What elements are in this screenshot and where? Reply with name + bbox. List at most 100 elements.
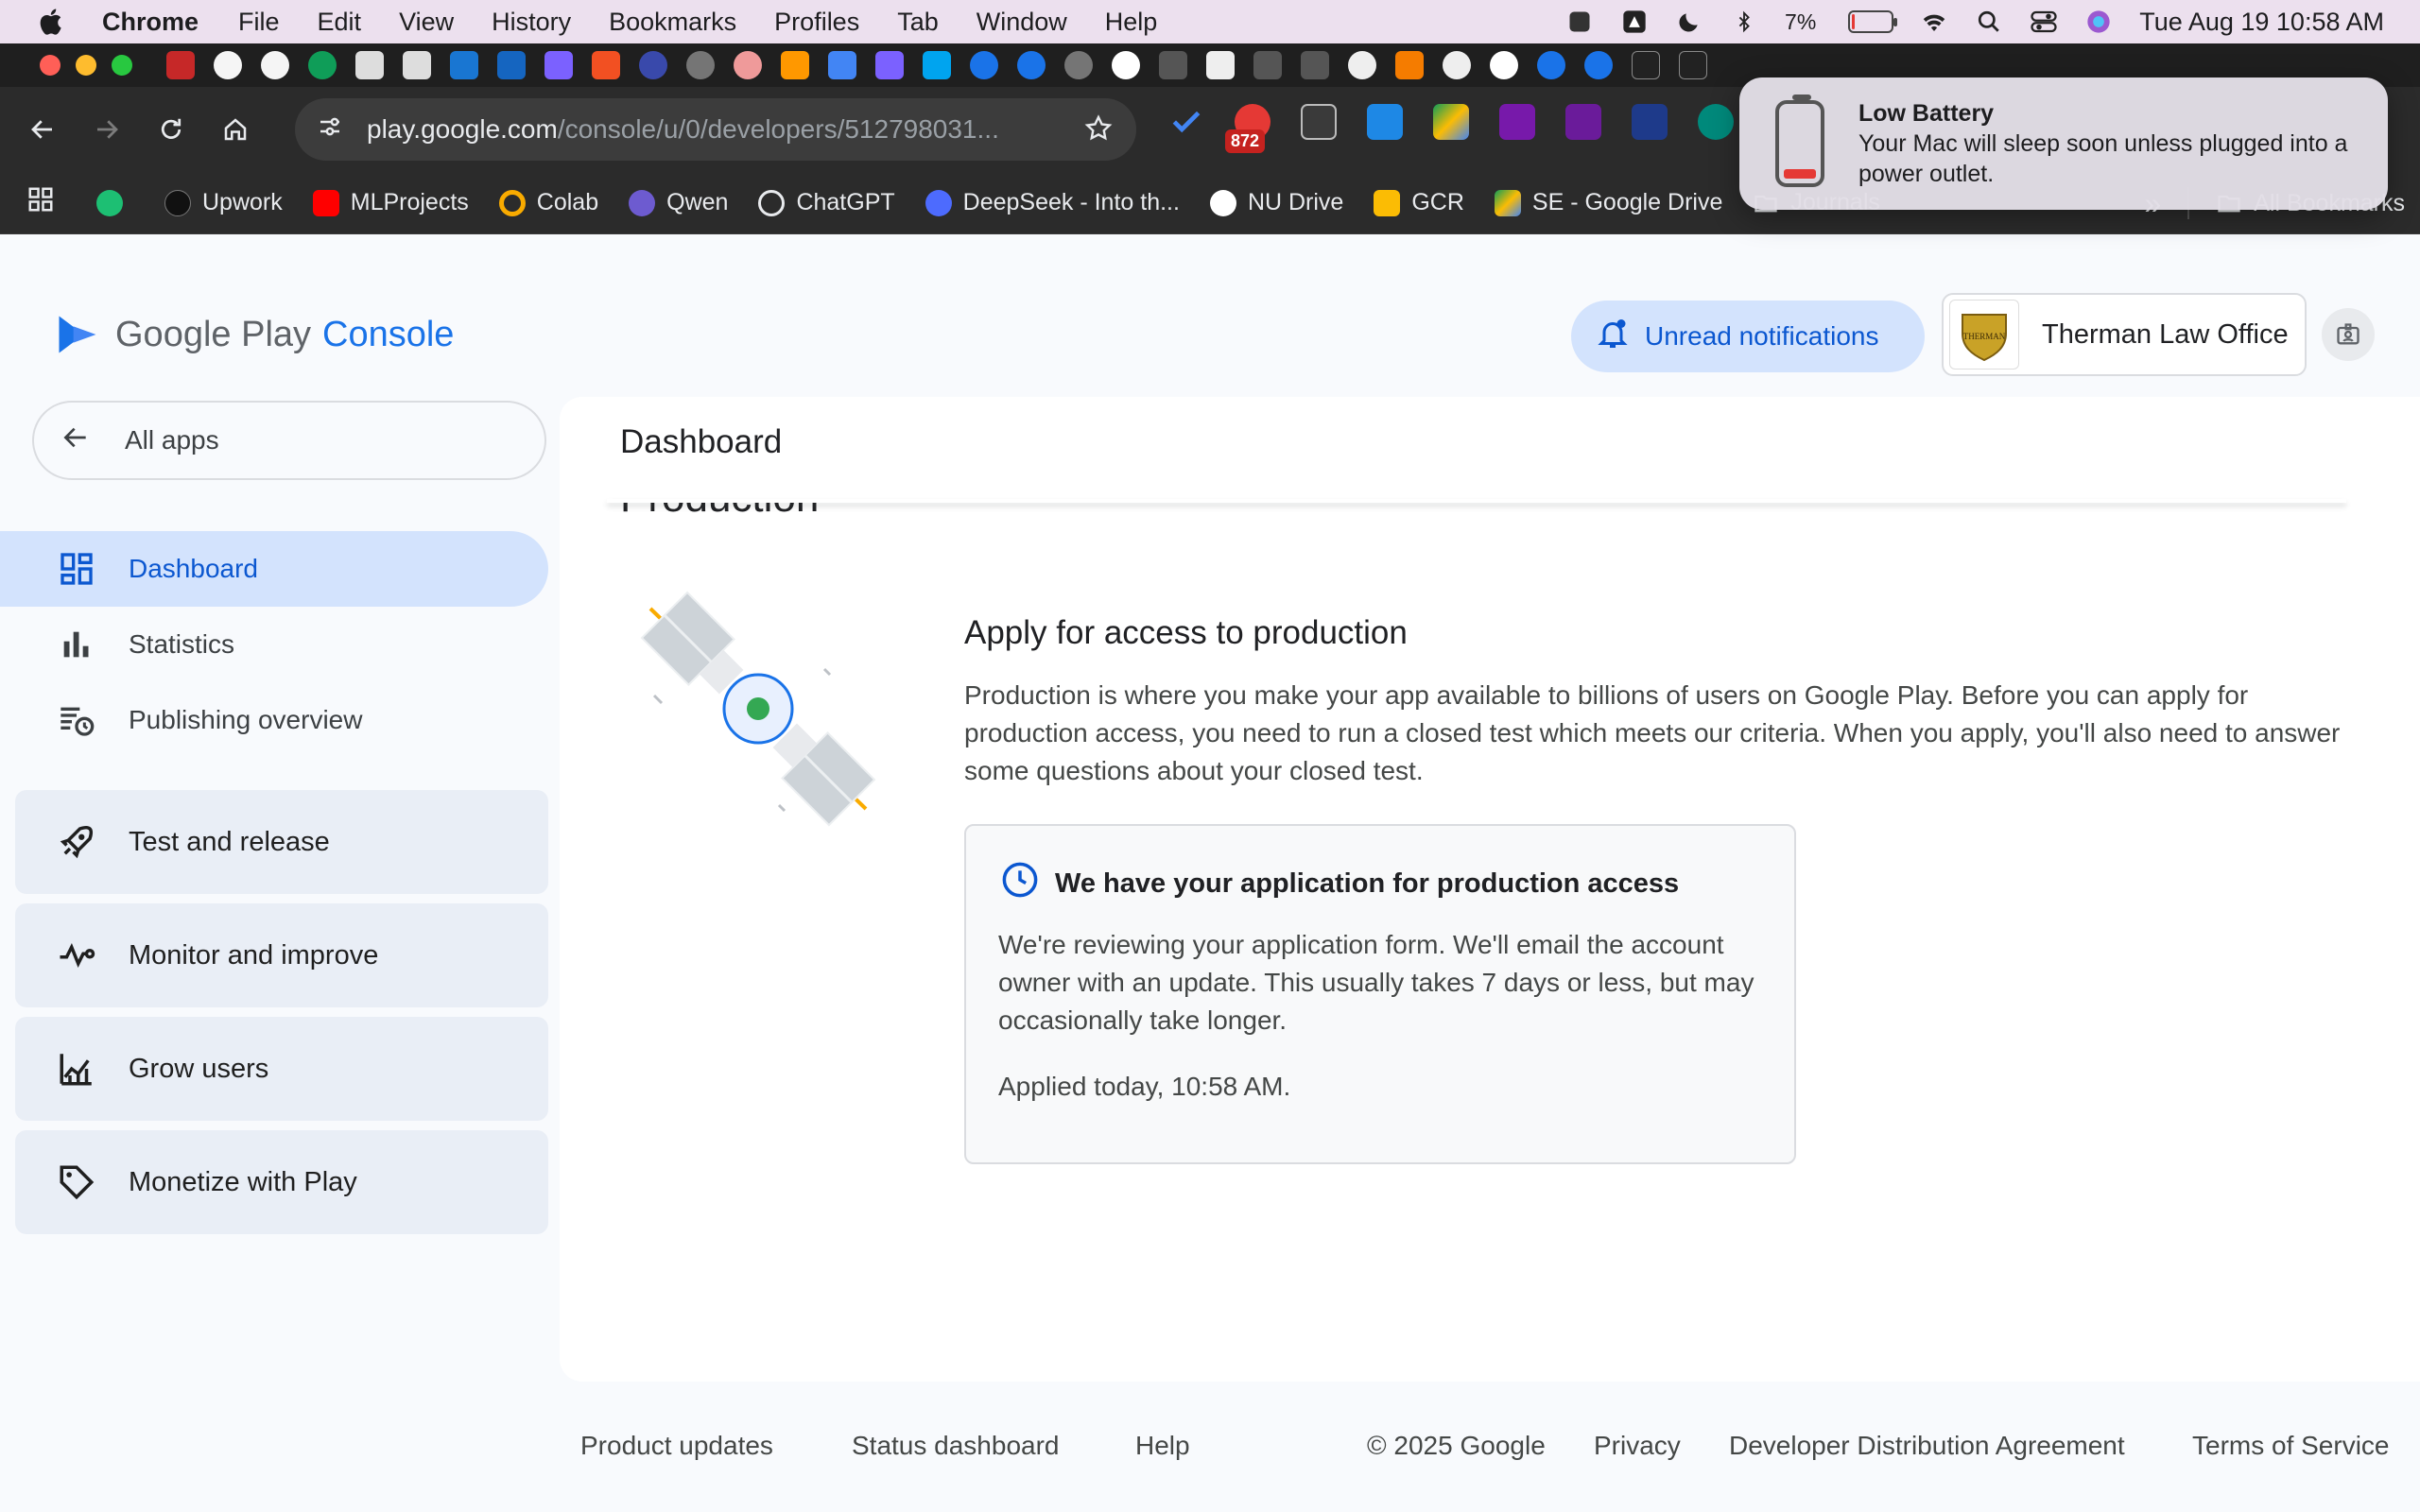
- extension-icon[interactable]: [1301, 104, 1337, 140]
- onenote-icon[interactable]: [1499, 104, 1535, 140]
- extension-icon[interactable]: 872: [1225, 104, 1270, 153]
- bluetooth-icon[interactable]: [1730, 8, 1758, 36]
- tab-favicon[interactable]: [828, 51, 856, 79]
- menu-tab[interactable]: Tab: [897, 8, 939, 37]
- bookmark-se-drive[interactable]: SE - Google Drive: [1494, 189, 1722, 216]
- focus-moon-icon[interactable]: [1675, 8, 1703, 36]
- home-button[interactable]: [214, 108, 257, 151]
- tab-favicon[interactable]: [639, 51, 667, 79]
- tab-favicon[interactable]: [1253, 51, 1282, 79]
- tab-favicon[interactable]: [544, 51, 573, 79]
- tab-favicon[interactable]: [1017, 51, 1046, 79]
- bookmark-fiverr[interactable]: [96, 189, 134, 216]
- zoom-window-button[interactable]: [112, 55, 132, 76]
- wifi-icon[interactable]: [1920, 8, 1948, 36]
- back-button[interactable]: [21, 108, 64, 151]
- sidebar-group-grow-users[interactable]: Grow users: [15, 1017, 548, 1121]
- tab-favicon[interactable]: [1395, 51, 1424, 79]
- menu-view[interactable]: View: [399, 8, 454, 37]
- drive-status-icon[interactable]: [1620, 8, 1649, 36]
- extension-icon[interactable]: [1168, 104, 1204, 140]
- reload-button[interactable]: [149, 108, 193, 151]
- minimize-window-button[interactable]: [76, 55, 96, 76]
- menu-extra-icon[interactable]: [1565, 8, 1594, 36]
- sidebar-group-monetize-with-play[interactable]: Monetize with Play: [15, 1130, 548, 1234]
- menu-window[interactable]: Window: [977, 8, 1067, 37]
- tab-favicon[interactable]: [923, 51, 951, 79]
- tab-favicon[interactable]: [1301, 51, 1329, 79]
- spotlight-search-icon[interactable]: [1975, 8, 2003, 36]
- menu-file[interactable]: File: [238, 8, 280, 37]
- tab-favicon[interactable]: [1679, 51, 1707, 79]
- footer-link-status-dashboard[interactable]: Status dashboard: [852, 1431, 1060, 1461]
- tab-favicon[interactable]: [875, 51, 904, 79]
- bookmark-deepseek[interactable]: DeepSeek - Into th...: [925, 189, 1180, 216]
- footer-link-privacy[interactable]: Privacy: [1594, 1431, 1681, 1461]
- extension-icon[interactable]: [1632, 104, 1668, 140]
- bookmark-chatgpt[interactable]: ChatGPT: [758, 189, 895, 216]
- menubar-clock[interactable]: Tue Aug 19 10:58 AM: [2139, 8, 2384, 37]
- address-bar[interactable]: play.google.com/console/u/0/developers/5…: [295, 98, 1136, 161]
- bookmark-qwen[interactable]: Qwen: [629, 189, 728, 216]
- google-drive-icon[interactable]: [1433, 104, 1469, 140]
- tab-favicon[interactable]: [1490, 51, 1518, 79]
- bookmark-nu-drive[interactable]: NU Drive: [1209, 189, 1343, 216]
- tab-favicon[interactable]: [686, 51, 715, 79]
- tab-favicon[interactable]: [1159, 51, 1187, 79]
- sidebar-item-dashboard[interactable]: Dashboard: [0, 531, 548, 607]
- tab-favicon[interactable]: [1206, 51, 1235, 79]
- menu-help[interactable]: Help: [1105, 8, 1158, 37]
- sidebar-item-statistics[interactable]: Statistics: [0, 607, 548, 682]
- footer-link-terms-of-service[interactable]: Terms of Service: [2192, 1431, 2390, 1461]
- tab-favicon[interactable]: [1537, 51, 1565, 79]
- extension-icon[interactable]: [1565, 104, 1601, 140]
- sidebar-item-publishing-overview[interactable]: Publishing overview: [0, 682, 548, 758]
- siri-icon[interactable]: [2084, 8, 2113, 36]
- play-console-logo[interactable]: Google Play Console: [53, 310, 454, 359]
- tab-favicon[interactable]: [355, 51, 384, 79]
- sidebar-group-monitor-and-improve[interactable]: Monitor and improve: [15, 903, 548, 1007]
- battery-icon[interactable]: [1848, 10, 1898, 33]
- account-switcher[interactable]: THERMAN Therman Law Office: [1942, 293, 2307, 376]
- extension-icon[interactable]: [1698, 104, 1734, 140]
- tab-favicon[interactable]: [166, 51, 195, 79]
- bookmark-colab[interactable]: Colab: [498, 189, 598, 216]
- site-info-icon[interactable]: [316, 112, 344, 147]
- extension-icon[interactable]: [1367, 104, 1403, 140]
- forward-button[interactable]: [85, 108, 129, 151]
- footer-link-product-updates[interactable]: Product updates: [580, 1431, 773, 1461]
- menu-edit[interactable]: Edit: [318, 8, 362, 37]
- tab-favicon[interactable]: [1348, 51, 1376, 79]
- footer-link-help[interactable]: Help: [1135, 1431, 1190, 1461]
- close-window-button[interactable]: [40, 55, 60, 76]
- tab-favicon[interactable]: [1632, 51, 1660, 79]
- menu-history[interactable]: History: [492, 8, 571, 37]
- low-battery-notification[interactable]: Low Battery Your Mac will sleep soon unl…: [1739, 77, 2388, 210]
- all-apps-button[interactable]: All apps: [32, 401, 546, 480]
- control-center-icon[interactable]: [2030, 8, 2058, 36]
- menu-app-name[interactable]: Chrome: [102, 8, 199, 37]
- tab-favicon[interactable]: [970, 51, 998, 79]
- tab-favicon[interactable]: [1064, 51, 1093, 79]
- admin-badge-icon[interactable]: [2322, 308, 2375, 361]
- tab-favicon[interactable]: [403, 51, 431, 79]
- tab-favicon[interactable]: [261, 51, 289, 79]
- sidebar-group-test-and-release[interactable]: Test and release: [15, 790, 548, 894]
- bookmark-gcr[interactable]: GCR: [1374, 189, 1464, 216]
- bookmark-mlprojects[interactable]: MLProjects: [312, 189, 469, 216]
- tab-favicon[interactable]: [592, 51, 620, 79]
- tab-favicon[interactable]: [308, 51, 337, 79]
- tab-favicon[interactable]: [450, 51, 478, 79]
- tab-favicon[interactable]: [497, 51, 526, 79]
- tab-favicon[interactable]: [734, 51, 762, 79]
- tab-favicon[interactable]: [1443, 51, 1471, 79]
- apps-grid-icon[interactable]: [26, 185, 55, 220]
- footer-link-distribution-agreement[interactable]: Developer Distribution Agreement: [1729, 1431, 2125, 1461]
- bookmark-upwork[interactable]: Upwork: [164, 189, 283, 216]
- tab-favicon[interactable]: [1112, 51, 1140, 79]
- tab-favicon[interactable]: [781, 51, 809, 79]
- unread-notifications-button[interactable]: Unread notifications: [1571, 301, 1925, 372]
- tab-favicon[interactable]: [1584, 51, 1613, 79]
- menu-profiles[interactable]: Profiles: [774, 8, 859, 37]
- bookmark-star-icon[interactable]: [1083, 113, 1114, 150]
